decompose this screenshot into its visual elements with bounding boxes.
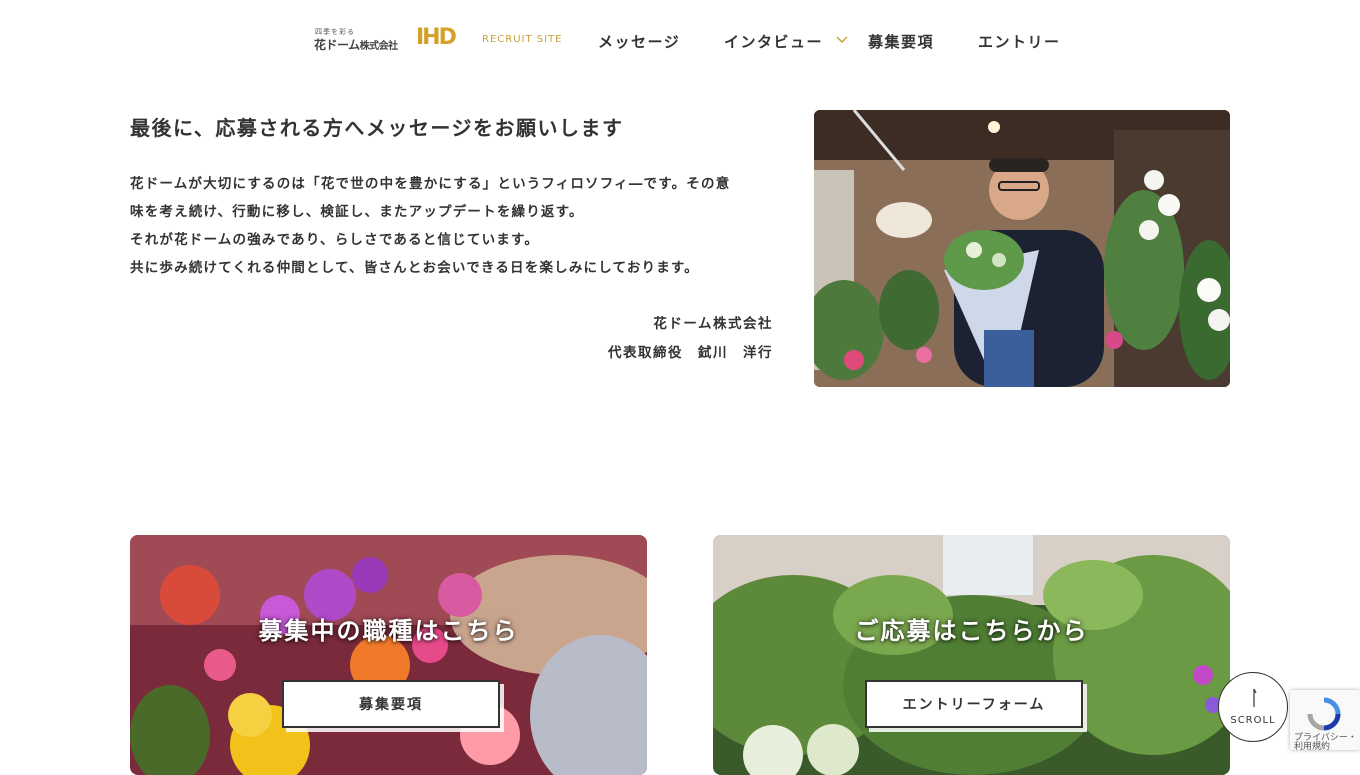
entry-card-title: ご応募はこちらから bbox=[854, 617, 1089, 645]
nav-message[interactable]: メッセージ bbox=[598, 31, 680, 52]
signature-company: 花ドーム株式会社 bbox=[653, 316, 773, 332]
scroll-label: SCROLL bbox=[1230, 715, 1276, 726]
chevron-down-icon[interactable] bbox=[835, 32, 849, 46]
recruitment-card[interactable]: 募集中の職種はこちら 募集要項 bbox=[130, 535, 647, 775]
plants-image bbox=[713, 535, 1230, 775]
ceo-photo bbox=[814, 110, 1230, 387]
message-body: 花ドームが大切にするのは「花で世の中を豊かにする」というフィロソフィ―です。その… bbox=[130, 170, 790, 282]
entry-card[interactable]: ご応募はこちらから エントリーフォーム bbox=[713, 535, 1230, 775]
logo-company-name: 花ドーム株式会社 bbox=[314, 38, 398, 52]
recruitment-card-title: 募集中の職種はこちら bbox=[258, 617, 519, 645]
scroll-top-button[interactable]: SCROLL bbox=[1218, 672, 1288, 742]
nav-entry[interactable]: エントリー bbox=[978, 31, 1061, 52]
message-line: それが花ドームの強みであり、らしさであると信じています。 bbox=[130, 232, 540, 248]
message-line: 味を考え続け、行動に移し、検証し、またアップデートを繰り返す。 bbox=[130, 204, 584, 220]
recaptcha-icon bbox=[1307, 697, 1341, 731]
message-title: 最後に、応募される方へメッセージをお願いします bbox=[130, 116, 624, 140]
recruitment-button[interactable]: 募集要項 bbox=[282, 680, 500, 728]
recaptcha-links[interactable]: プライバシー・ 利用規約 bbox=[1294, 734, 1357, 752]
site-logo[interactable]: 四季を彩る 花ドーム株式会社 IHD RECRUIT SITE bbox=[314, 24, 574, 54]
logo-mark: IHD bbox=[416, 25, 457, 50]
logo-recruit-site: RECRUIT SITE bbox=[482, 34, 563, 45]
signature-name: 代表取締役 鉽川 洋行 bbox=[608, 345, 773, 361]
message-line: 花ドームが大切にするのは「花で世の中を豊かにする」というフィロソフィ―です。その… bbox=[130, 176, 731, 192]
nav-recruitment[interactable]: 募集要項 bbox=[868, 31, 934, 52]
recaptcha-badge[interactable]: プライバシー・ 利用規約 bbox=[1290, 690, 1360, 752]
nav-interview[interactable]: インタビュー bbox=[724, 31, 823, 52]
flowers-image bbox=[130, 535, 647, 775]
site-header: 四季を彩る 花ドーム株式会社 IHD RECRUIT SITE メッセージ イン… bbox=[0, 0, 1360, 80]
entry-form-button[interactable]: エントリーフォーム bbox=[865, 680, 1083, 728]
arrow-up-icon bbox=[1253, 688, 1257, 707]
message-line: 共に歩み続けてくれる仲間として、皆さんとお会いできる日を楽しみにしております。 bbox=[130, 260, 699, 276]
